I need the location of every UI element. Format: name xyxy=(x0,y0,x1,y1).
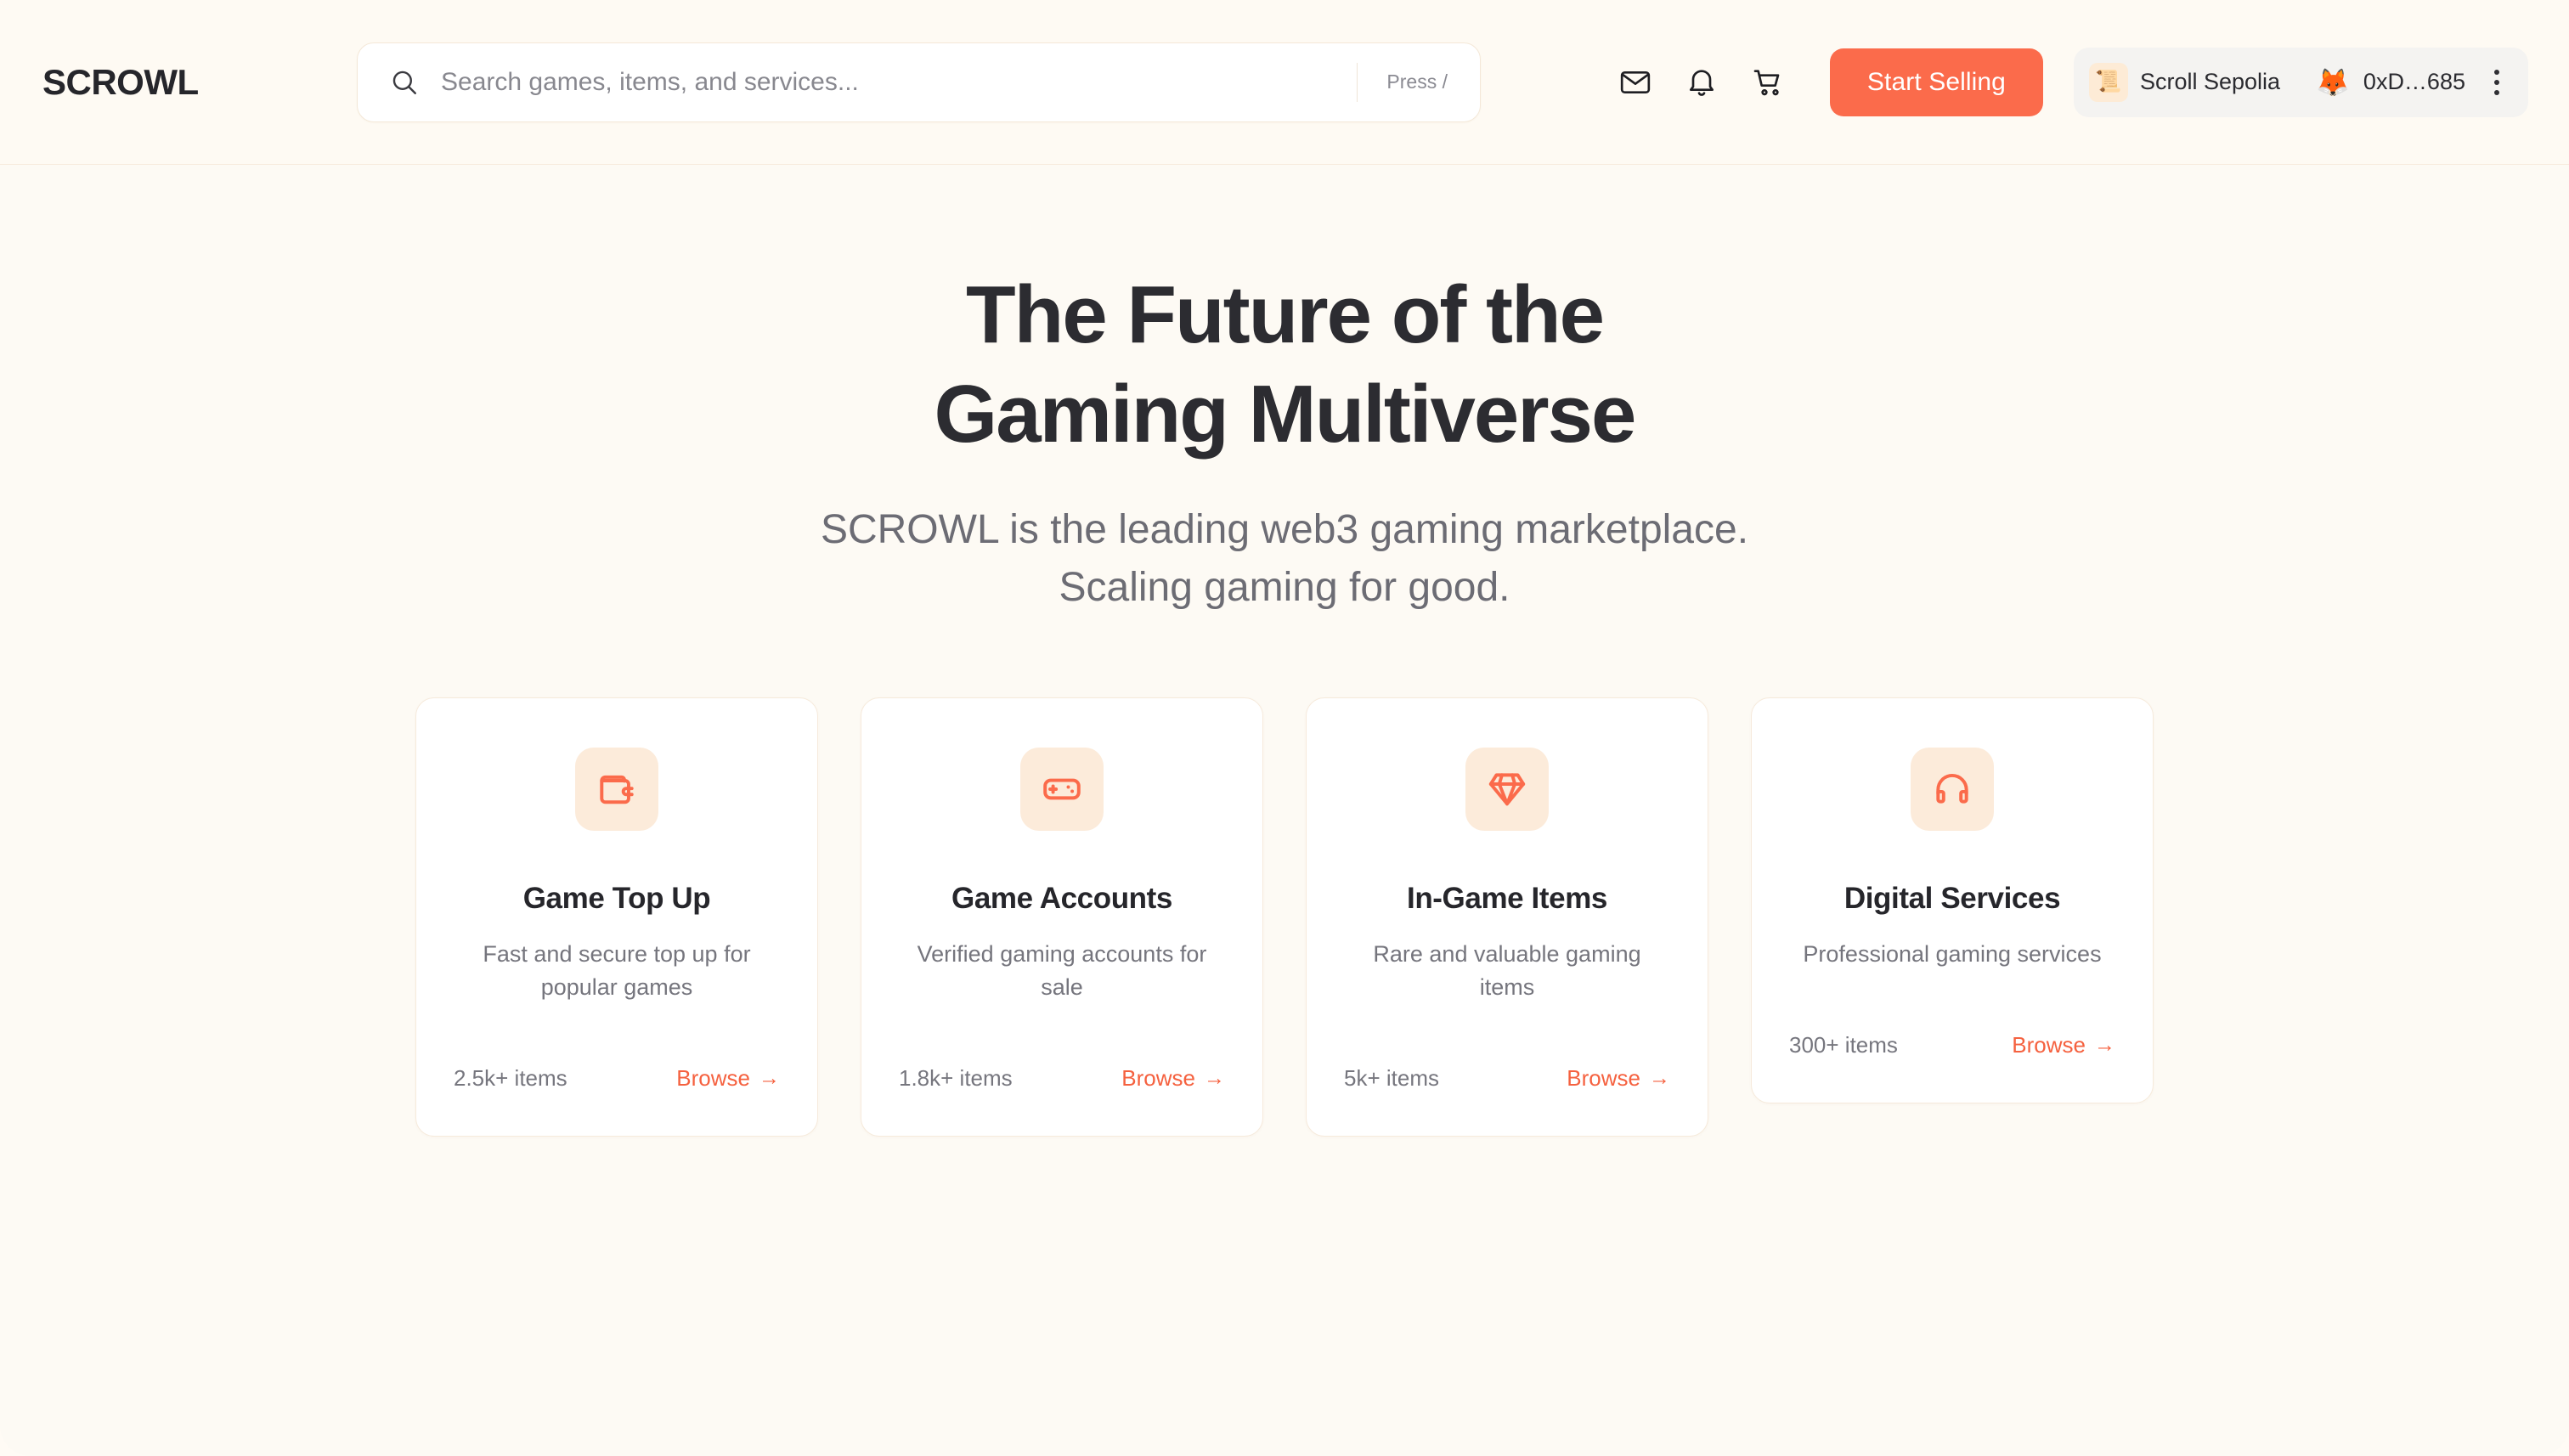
shopping-cart-icon[interactable] xyxy=(1735,49,1801,116)
browse-label: Browse xyxy=(1567,1065,1640,1092)
hero-subtitle: SCROWL is the leading web3 gaming market… xyxy=(0,501,2569,617)
arrow-right-icon: → xyxy=(759,1066,780,1091)
hero-subtitle-line-2: Scaling gaming for good. xyxy=(1059,565,1510,611)
card-description: Rare and valuable gaming items xyxy=(1373,940,1641,1000)
arrow-right-icon: → xyxy=(1204,1066,1225,1091)
app-page: SCROWL Press / xyxy=(0,0,2569,1456)
diamond-icon xyxy=(1465,747,1549,831)
card-description: Fast and secure top up for popular games xyxy=(483,940,751,1000)
start-selling-button[interactable]: Start Selling xyxy=(1829,48,2043,116)
card-footer: 5k+ items Browse → xyxy=(1344,1004,1670,1092)
account-chip[interactable]: 🦊 0xD…685 xyxy=(2292,69,2474,96)
chain-label: Scroll Sepolia xyxy=(2139,69,2281,94)
search-icon xyxy=(388,66,421,99)
search-bar[interactable]: Press / xyxy=(357,42,1481,122)
card-title: Game Top Up xyxy=(522,881,711,915)
browse-label: Browse xyxy=(2012,1031,2086,1058)
search-input[interactable] xyxy=(421,42,1358,121)
kebab-dot xyxy=(2494,79,2499,85)
hero-title-line-2: Gaming Multiverse xyxy=(934,369,1637,460)
hero-title-line-1: The Future of the xyxy=(966,269,1605,360)
browse-label: Browse xyxy=(1121,1065,1195,1092)
gamepad-icon xyxy=(1020,747,1104,831)
site-header: SCROWL Press / xyxy=(0,0,2569,165)
hero-section: The Future of the Gaming Multiverse SCRO… xyxy=(0,165,2569,618)
card-item-count: 300+ items xyxy=(1789,1031,1898,1058)
browse-label: Browse xyxy=(676,1065,750,1092)
brand-logo[interactable]: SCROWL xyxy=(41,62,357,103)
category-card-digital-services[interactable]: Digital Services Professional gaming ser… xyxy=(1751,697,2154,1103)
search-shortcut-hint: Press / xyxy=(1357,62,1480,102)
card-description: Professional gaming services xyxy=(1803,940,2102,967)
page-title: The Future of the Gaming Multiverse xyxy=(0,265,2569,464)
kebab-menu-icon[interactable] xyxy=(2477,58,2516,107)
arrow-right-icon: → xyxy=(2094,1032,2115,1057)
kebab-dot xyxy=(2494,69,2499,75)
browse-link[interactable]: Browse → xyxy=(2012,1032,2115,1058)
card-description: Verified gaming accounts for sale xyxy=(917,940,1207,1000)
card-title: In-Game Items xyxy=(1407,881,1607,915)
card-title: Game Accounts xyxy=(951,881,1172,915)
card-item-count: 1.8k+ items xyxy=(899,1065,1013,1092)
card-footer: 300+ items Browse → xyxy=(1789,971,2115,1058)
category-card-in-game-items[interactable]: In-Game Items Rare and valuable gaming i… xyxy=(1306,697,1708,1137)
hero-subtitle-line-1: SCROWL is the leading web3 gaming market… xyxy=(820,507,1749,553)
wallet-icon xyxy=(575,747,658,831)
browse-link[interactable]: Browse → xyxy=(1121,1065,1225,1092)
card-item-count: 5k+ items xyxy=(1344,1065,1439,1092)
category-card-game-top-up[interactable]: Game Top Up Fast and secure top up for p… xyxy=(415,697,818,1137)
arrow-right-icon: → xyxy=(1649,1066,1670,1091)
bell-icon[interactable] xyxy=(1668,49,1735,116)
browse-link[interactable]: Browse → xyxy=(676,1065,780,1092)
kebab-dot xyxy=(2494,89,2499,95)
account-address-label: 0xD…685 xyxy=(2363,69,2465,94)
chain-selector[interactable]: 📜 Scroll Sepolia xyxy=(2088,62,2292,102)
headphones-icon xyxy=(1911,747,1994,831)
scroll-icon: 📜 xyxy=(2088,62,2128,102)
card-title: Digital Services xyxy=(1843,881,2061,915)
browse-link[interactable]: Browse → xyxy=(1567,1065,1670,1092)
wallet-bar: 📜 Scroll Sepolia 🦊 0xD…685 xyxy=(2073,47,2528,117)
metamask-fox-icon: 🦊 xyxy=(2316,66,2350,98)
category-cards: Game Top Up Fast and secure top up for p… xyxy=(0,697,2569,1137)
card-footer: 2.5k+ items Browse → xyxy=(454,1004,780,1092)
header-actions: Start Selling 📜 Scroll Sepolia 🦊 0xD…685 xyxy=(1602,47,2528,117)
mail-icon[interactable] xyxy=(1602,49,1668,116)
card-item-count: 2.5k+ items xyxy=(454,1065,567,1092)
card-footer: 1.8k+ items Browse → xyxy=(899,1004,1225,1092)
category-card-game-accounts[interactable]: Game Accounts Verified gaming accounts f… xyxy=(861,697,1263,1137)
